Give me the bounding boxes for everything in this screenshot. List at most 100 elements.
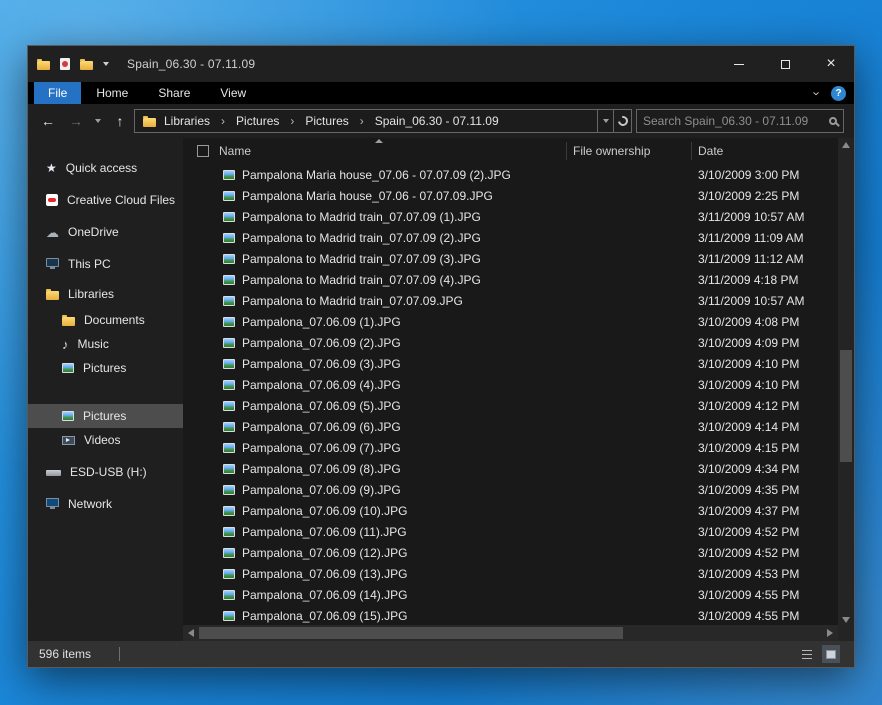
file-row[interactable]: Pampalona to Madrid train_07.07.09 (2).J…	[183, 227, 838, 248]
sidebar-item-this-pc[interactable]: This PC	[28, 252, 183, 276]
expand-ribbon-chevron-icon[interactable]: ›	[809, 91, 824, 95]
sidebar-item-quick-access[interactable]: ★ Quick access	[28, 156, 183, 180]
search-icon[interactable]	[829, 117, 837, 125]
sidebar-item-documents[interactable]: Documents	[28, 308, 183, 332]
close-button[interactable]: ×	[808, 46, 854, 82]
breadcrumb-pictures[interactable]: Pictures	[234, 114, 281, 128]
scroll-left-icon[interactable]	[188, 629, 194, 637]
file-date: 3/10/2009 4:10 PM	[698, 378, 799, 392]
file-row[interactable]: Pampalona to Madrid train_07.07.09.JPG3/…	[183, 290, 838, 311]
qat-new-folder-icon[interactable]	[80, 61, 93, 70]
file-row[interactable]: Pampalona Maria house_07.06 - 07.07.09.J…	[183, 185, 838, 206]
address-dropdown-button[interactable]	[598, 109, 614, 133]
file-row[interactable]: Pampalona_07.06.09 (1).JPG3/10/2009 4:08…	[183, 311, 838, 332]
file-explorer-window: Spain_06.30 - 07.11.09 × File Home Share…	[27, 45, 855, 668]
file-name: Pampalona_07.06.09 (10).JPG	[242, 504, 407, 518]
file-row[interactable]: Pampalona to Madrid train_07.07.09 (4).J…	[183, 269, 838, 290]
search-box	[636, 109, 844, 133]
tab-home[interactable]: Home	[81, 82, 143, 104]
image-file-icon	[223, 590, 235, 600]
sidebar-item-music[interactable]: ♪ Music	[28, 332, 183, 356]
chevron-down-icon	[603, 119, 609, 123]
tab-share[interactable]: Share	[143, 82, 205, 104]
sidebar-item-libraries[interactable]: Libraries	[28, 282, 183, 306]
scroll-down-icon[interactable]	[842, 617, 850, 623]
help-button[interactable]: ?	[831, 86, 846, 101]
file-row[interactable]: Pampalona_07.06.09 (5).JPG3/10/2009 4:12…	[183, 395, 838, 416]
column-header-name[interactable]: Name	[219, 144, 251, 158]
sidebar-item-pictures-selected[interactable]: Pictures	[28, 404, 183, 428]
file-name: Pampalona_07.06.09 (2).JPG	[242, 336, 401, 350]
sidebar-item-onedrive[interactable]: ☁ OneDrive	[28, 220, 183, 244]
file-name: Pampalona_07.06.09 (14).JPG	[242, 588, 407, 602]
scroll-right-icon[interactable]	[827, 629, 833, 637]
address-bar[interactable]: Libraries › Pictures › Pictures › Spain_…	[134, 109, 598, 133]
tab-file-label: File	[48, 86, 67, 100]
qat-properties-icon[interactable]	[60, 58, 70, 70]
file-row[interactable]: Pampalona_07.06.09 (9).JPG3/10/2009 4:35…	[183, 479, 838, 500]
vertical-scrollbar-thumb[interactable]	[840, 350, 852, 462]
sidebar-item-videos[interactable]: Videos	[28, 428, 183, 452]
scroll-up-icon[interactable]	[842, 142, 850, 148]
details-view-button[interactable]	[798, 645, 816, 663]
file-row[interactable]: Pampalona_07.06.09 (10).JPG3/10/2009 4:3…	[183, 500, 838, 521]
forward-button[interactable]: →	[64, 104, 88, 138]
column-divider[interactable]	[566, 142, 567, 160]
file-row[interactable]: Pampalona_07.06.09 (3).JPG3/10/2009 4:10…	[183, 353, 838, 374]
image-file-icon	[223, 170, 235, 180]
minimize-button[interactable]	[716, 46, 762, 82]
back-button[interactable]: ←	[36, 104, 60, 138]
search-input[interactable]	[643, 114, 829, 128]
horizontal-scrollbar[interactable]	[183, 625, 838, 641]
breadcrumb-current-folder[interactable]: Spain_06.30 - 07.11.09	[373, 114, 501, 128]
window-title: Spain_06.30 - 07.11.09	[127, 57, 255, 71]
breadcrumb-separator: ›	[287, 114, 297, 128]
tab-view[interactable]: View	[205, 82, 261, 104]
column-header-date[interactable]: Date	[698, 144, 723, 158]
select-all-checkbox[interactable]	[197, 145, 209, 157]
vertical-scrollbar[interactable]	[838, 138, 854, 627]
file-row[interactable]: Pampalona_07.06.09 (15).JPG3/10/2009 4:5…	[183, 605, 838, 626]
column-header-file-ownership[interactable]: File ownership	[573, 144, 650, 158]
file-row[interactable]: Pampalona Maria house_07.06 - 07.07.09 (…	[183, 164, 838, 185]
horizontal-scrollbar-thumb[interactable]	[199, 627, 623, 639]
file-row[interactable]: Pampalona_07.06.09 (4).JPG3/10/2009 4:10…	[183, 374, 838, 395]
file-row[interactable]: Pampalona_07.06.09 (14).JPG 3/10/2009 4:5…	[183, 584, 838, 605]
image-file-icon	[223, 338, 235, 348]
sidebar-item-creative-cloud-files[interactable]: Creative Cloud Files	[28, 188, 183, 212]
large-icons-view-button[interactable]	[822, 645, 840, 663]
file-row[interactable]: Pampalona_07.06.09 (8).JPG3/10/2009 4:34…	[183, 458, 838, 479]
file-row[interactable]: Pampalona_07.06.09 (13).JPG3/10/2009 4:5…	[183, 563, 838, 584]
file-name: Pampalona_07.06.09 (5).JPG	[242, 399, 401, 413]
file-name: Pampalona_07.06.09 (9).JPG	[242, 483, 401, 497]
status-divider	[119, 647, 120, 661]
maximize-button[interactable]	[762, 46, 808, 82]
file-row[interactable]: Pampalona_07.06.09 (11).JPG3/10/2009 4:5…	[183, 521, 838, 542]
file-row[interactable]: Pampalona to Madrid train_07.07.09 (3).J…	[183, 248, 838, 269]
image-file-icon	[223, 527, 235, 537]
sidebar-item-label: Documents	[84, 313, 145, 327]
details-view-icon	[802, 650, 812, 659]
file-row[interactable]: Pampalona to Madrid train_07.07.09 (1).J…	[183, 206, 838, 227]
navigation-pane: ★ Quick access Creative Cloud Files ☁ On…	[28, 138, 183, 641]
breadcrumb-pictures-2[interactable]: Pictures	[303, 114, 350, 128]
file-row[interactable]: Pampalona_07.06.09 (7).JPG3/10/2009 4:15…	[183, 437, 838, 458]
sidebar-item-network[interactable]: Network	[28, 492, 183, 516]
breadcrumb-libraries[interactable]: Libraries	[162, 114, 212, 128]
computer-icon	[46, 258, 59, 267]
tab-file[interactable]: File	[34, 82, 81, 104]
refresh-button[interactable]	[614, 109, 632, 133]
qat-customize-chevron-icon[interactable]	[103, 62, 109, 66]
sidebar-item-label: Pictures	[83, 409, 126, 423]
tab-home-label: Home	[96, 86, 128, 100]
file-row[interactable]: Pampalona_07.06.09 (2).JPG3/10/2009 4:09…	[183, 332, 838, 353]
up-button[interactable]: ↑	[108, 104, 132, 138]
file-row[interactable]: Pampalona_07.06.09 (6).JPG3/10/2009 4:14…	[183, 416, 838, 437]
file-row[interactable]: Pampalona_07.06.09 (12).JPG3/10/2009 4:5…	[183, 542, 838, 563]
column-divider[interactable]	[691, 142, 692, 160]
sidebar-item-esd-usb[interactable]: ESD-USB (H:)	[28, 460, 183, 484]
file-date: 3/10/2009 4:08 PM	[698, 315, 799, 329]
sidebar-item-pictures[interactable]: Pictures	[28, 356, 183, 380]
recent-locations-button[interactable]	[90, 104, 106, 138]
file-date: 3/10/2009 4:55 PM	[698, 588, 799, 602]
